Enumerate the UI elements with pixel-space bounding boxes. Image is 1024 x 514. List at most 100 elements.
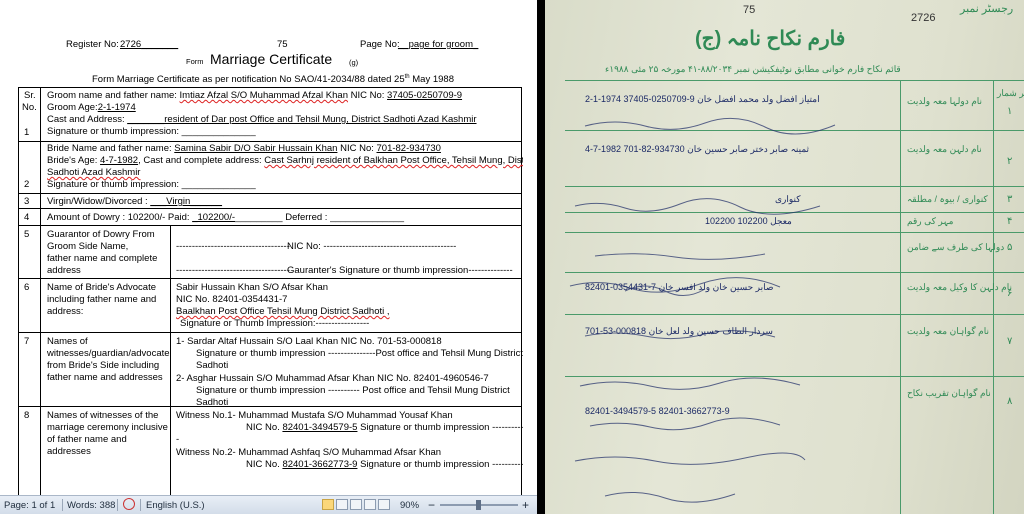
web-layout-icon[interactable]	[350, 499, 362, 510]
table-column-divider	[170, 225, 171, 495]
proofing-icon[interactable]	[123, 498, 135, 510]
scan-row-label: مہر کی رقم	[907, 216, 954, 226]
ceremony-witness-1-nic: NIC No. 82401-3494579-5 Signature or thu…	[246, 422, 523, 433]
scan-grid-line	[900, 80, 901, 514]
scan-title: فارم نکاح نامہ (ج)	[695, 28, 846, 50]
row-divider	[18, 141, 522, 142]
page-no-value: __page for groom_	[398, 39, 479, 50]
row-divider	[18, 225, 522, 226]
cell-label: addresses	[47, 446, 91, 457]
scan-row-label: کنواری / بیوہ / مطلقہ	[907, 194, 988, 204]
zoom-in-button[interactable]: +	[522, 498, 529, 512]
table-column-divider	[40, 87, 41, 495]
register-number: 2726_______	[120, 39, 179, 50]
cell-label: marriage ceremony inclusive	[47, 422, 168, 433]
cell-label: Groom Side Name,	[47, 241, 129, 252]
scan-row-number: ۸	[1007, 396, 1013, 407]
handwriting-scribbles-icon	[569, 117, 836, 503]
outline-view-icon[interactable]	[364, 499, 376, 510]
row-number: 4	[24, 212, 30, 223]
groom-address-line: Cast and Address: _______resident of Dar…	[47, 114, 477, 125]
scan-row-number: ۱	[1007, 106, 1013, 117]
advocate-name: Sabir Hussain Khan S/O Afsar Khan	[176, 282, 329, 293]
page-title: Marriage Certificate	[210, 51, 333, 67]
scan-row-label: دولہا کی طرف سے ضامن	[907, 242, 1005, 252]
cell-label: address	[47, 265, 81, 276]
scan-register-number: 2726	[911, 12, 936, 24]
guarantor-signature-blank: Gauranter's Signature or thumb impressio…	[287, 265, 513, 276]
print-layout-icon[interactable]	[322, 499, 334, 510]
row-divider	[18, 406, 522, 407]
zoom-level[interactable]: 90%	[400, 500, 419, 511]
page-subtitle: Form Marriage Certificate as per notific…	[92, 73, 454, 85]
bride-witness-2: 2- Asghar Hussain S/O Muhammad Afsar Kha…	[176, 373, 489, 384]
scan-row-label: نام دلہن معہ ولدیت	[907, 144, 982, 154]
document-page[interactable]: Register No: 2726_______ 75 Page No: __p…	[0, 0, 523, 495]
bride-witness-2-signature: Signature or thumb impression ----------…	[196, 385, 510, 396]
row-divider	[18, 193, 522, 194]
scan-row-label: نام دولہا معہ ولدیت	[907, 96, 983, 106]
status-divider	[140, 499, 141, 511]
ceremony-witness-1: Witness No.1- Muhammad Mustafa S/O Muham…	[176, 410, 453, 421]
row-number: 3	[24, 196, 30, 207]
row-number: 6	[24, 282, 30, 293]
advocate-signature: Signature or Thumb Impression:----------…	[180, 318, 370, 329]
scan-row-number: ۷	[1007, 336, 1013, 347]
scan-corner-label: رجسٹر نمبر	[960, 3, 1014, 15]
scan-row-number: ۲	[1007, 156, 1013, 167]
language-indicator[interactable]: English (U.S.)	[146, 500, 205, 511]
page-no-label: Page No:	[360, 39, 400, 50]
scan-grid-line	[993, 80, 994, 514]
status-bar: Page: 1 of 1 Words: 388 English (U.S.) 9…	[0, 495, 537, 514]
scan-row-label: نام گواہان تقریب نکاح	[907, 388, 991, 398]
scan-grid-line	[565, 80, 1024, 81]
scan-column-header: نمبر شمار	[997, 88, 1024, 98]
dowry-line: Amount of Dowry : 102200/- Paid: _102200…	[47, 212, 405, 223]
row-number: 1	[24, 127, 30, 138]
register-label: Register No:	[66, 39, 119, 50]
bride-witness-1-district: Sadhoti	[196, 360, 229, 371]
title-prefix: Form	[186, 57, 204, 66]
cell-label: father name and complete	[47, 253, 158, 264]
scanned-form-image: رجسٹر نمبر 75 2726 فارم نکاح نامہ (ج) قا…	[537, 0, 1024, 514]
marital-status-line: Virgin/Widow/Divorced : ___Virgin______	[47, 196, 222, 207]
row-divider	[18, 278, 522, 279]
bride-witness-1: 1- Sardar Altaf Hussain S/O Laal Khan NI…	[176, 336, 442, 347]
cell-label: Guarantor of Dowry From	[47, 229, 155, 240]
bride-signature-line: Signature or thumb impression: _________…	[47, 179, 256, 190]
bride-witness-1-signature: Signature or thumb impression ----------…	[196, 348, 523, 359]
scan-page-number: 75	[743, 4, 756, 16]
no-header: No.	[22, 102, 37, 113]
status-divider	[62, 499, 63, 511]
zoom-out-button[interactable]: −	[428, 498, 435, 512]
bride-name-line: Bride Name and father name: Samina Sabir…	[47, 143, 441, 154]
cell-label: address:	[47, 306, 84, 317]
cell-label: of father name and	[47, 434, 127, 445]
scan-row-number: ۴	[1007, 216, 1013, 227]
scan-row-label: نام دلہن کا وکیل معہ ولدیت	[907, 282, 1012, 292]
ceremony-witness-2: Witness No.2- Muhammad Ashfaq S/O Muhamm…	[176, 447, 442, 458]
cell-label: from Bride's Side including	[47, 360, 160, 371]
scan-subtitle: قائم نکاح فارم خوانی مطابق نوٹیفکیشن نمب…	[605, 64, 901, 74]
row-number: 2	[24, 179, 30, 190]
title-suffix: (g)	[349, 58, 359, 67]
scanned-paper: رجسٹر نمبر 75 2726 فارم نکاح نامہ (ج) قا…	[545, 0, 1024, 514]
row-divider	[18, 208, 522, 209]
full-screen-reading-icon[interactable]	[336, 499, 348, 510]
guarantor-nic-blank: NIC No: --------------------------------…	[287, 241, 457, 252]
groom-age-line: Groom Age:2-1-1974	[47, 102, 136, 113]
guarantor-address-blank: ------------------------------------	[176, 265, 290, 276]
groom-signature-line: Signature or thumb impression: _________…	[47, 126, 256, 137]
draft-view-icon[interactable]	[378, 499, 390, 510]
cell-label: including father name and	[47, 294, 157, 305]
row-number: 7	[24, 336, 30, 347]
document-window: Register No: 2726_______ 75 Page No: __p…	[0, 0, 523, 514]
zoom-slider-thumb[interactable]	[476, 500, 481, 510]
word-count[interactable]: Words: 388	[67, 500, 115, 511]
ceremony-dash: -	[176, 434, 180, 445]
table-border-left	[18, 87, 19, 495]
page-count[interactable]: Page: 1 of 1	[4, 500, 55, 511]
scan-row-number: ۳	[1007, 194, 1013, 205]
page-center-number: 75	[277, 39, 288, 50]
row-divider	[18, 332, 522, 333]
